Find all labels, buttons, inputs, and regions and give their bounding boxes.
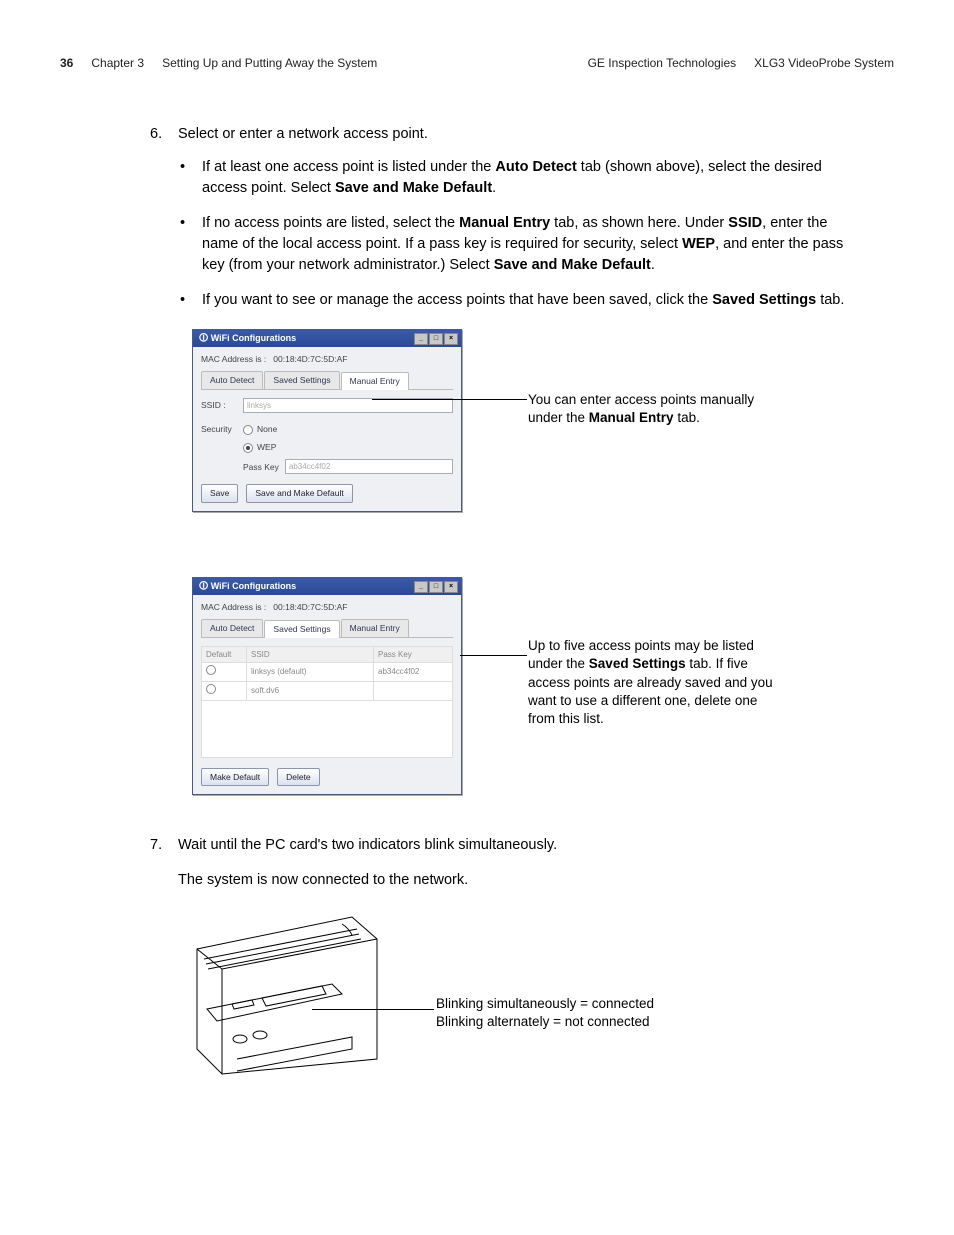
window-controls: _ □ × — [414, 581, 458, 593]
save-button[interactable]: Save — [201, 484, 238, 502]
manual-page: 36 Chapter 3 Setting Up and Putting Away… — [0, 0, 954, 1235]
table-empty-space — [202, 700, 453, 757]
delete-button[interactable]: Delete — [277, 768, 320, 786]
page-number: 36 — [60, 56, 73, 70]
maximize-icon[interactable]: □ — [429, 581, 443, 593]
security-label: Security — [201, 423, 243, 435]
callout-manual-entry: You can enter access points manually und… — [528, 391, 788, 427]
table-header-row: Default SSID Pass Key — [202, 646, 453, 663]
col-ssid: SSID — [247, 646, 374, 663]
page-content: 6. Select or enter a network access poin… — [150, 124, 860, 1089]
mac-address-line: MAC Address is : 00:18:4D:7C:5D:AF — [201, 353, 453, 365]
radio-none[interactable] — [243, 425, 253, 435]
callout-line-1 — [372, 399, 527, 400]
wifi-tabs: Auto Detect Saved Settings Manual Entry — [201, 371, 453, 389]
window-title: WiFi Configurations — [211, 333, 296, 343]
figure-saved-settings: 🛈 WiFi Configurations _ □ × MAC Address … — [192, 577, 860, 807]
security-row: Security None — [201, 423, 453, 435]
table-row[interactable]: soft.dv6 — [202, 681, 453, 700]
make-default-button[interactable]: Make Default — [201, 768, 269, 786]
radio-wep[interactable] — [243, 443, 253, 453]
figure-hardware: Blinking simultaneously = connected Blin… — [192, 909, 860, 1089]
tab-manual-entry[interactable]: Manual Entry — [341, 619, 409, 636]
chapter-title: Setting Up and Putting Away the System — [162, 56, 377, 70]
tab-saved-settings[interactable]: Saved Settings — [264, 371, 339, 388]
ssid-label: SSID : — [201, 399, 243, 411]
callout-line-2 — [460, 655, 527, 656]
step-7: 7. Wait until the PC card's two indicato… — [150, 835, 860, 891]
window-title: WiFi Configurations — [211, 581, 296, 591]
passkey-label: Pass Key — [243, 461, 279, 473]
row-radio[interactable] — [206, 684, 216, 694]
window-titlebar: 🛈 WiFi Configurations _ □ × — [193, 578, 461, 595]
pc-card-illustration — [192, 909, 382, 1079]
page-header: 36 Chapter 3 Setting Up and Putting Away… — [60, 56, 894, 70]
step-text: Select or enter a network access point. — [178, 124, 860, 145]
save-make-default-button[interactable]: Save and Make Default — [246, 484, 352, 502]
wifi-config-window-saved: 🛈 WiFi Configurations _ □ × MAC Address … — [192, 577, 462, 795]
maximize-icon[interactable]: □ — [429, 333, 443, 345]
security-row-wep: WEP — [201, 441, 453, 453]
wifi-config-window-manual: 🛈 WiFi Configurations _ □ × MAC Address … — [192, 329, 462, 512]
minimize-icon[interactable]: _ — [414, 581, 428, 593]
window-titlebar: 🛈 WiFi Configurations _ □ × — [193, 330, 461, 347]
tab-auto-detect[interactable]: Auto Detect — [201, 619, 263, 636]
callout-saved-settings: Up to five access points may be listed u… — [528, 637, 778, 728]
step-text-2: The system is now connected to the netwo… — [178, 870, 860, 891]
close-icon[interactable]: × — [444, 333, 458, 345]
row-radio[interactable] — [206, 665, 216, 675]
step-number: 6. — [150, 124, 178, 145]
window-controls: _ □ × — [414, 333, 458, 345]
close-icon[interactable]: × — [444, 581, 458, 593]
company-name: GE Inspection Technologies — [588, 56, 737, 70]
bullet-1: If at least one access point is listed u… — [180, 157, 860, 199]
wifi-tabs: Auto Detect Saved Settings Manual Entry — [201, 619, 453, 637]
mac-address-line: MAC Address is : 00:18:4D:7C:5D:AF — [201, 601, 453, 613]
bullet-2: If no access points are listed, select t… — [180, 213, 860, 276]
product-name: XLG3 VideoProbe System — [754, 56, 894, 70]
table-row[interactable]: linksys (default) ab34cc4f02 — [202, 663, 453, 682]
tab-saved-settings[interactable]: Saved Settings — [264, 620, 339, 637]
saved-access-points-table: Default SSID Pass Key linksys (default) … — [201, 646, 453, 758]
step-6-bullets: If at least one access point is listed u… — [180, 157, 860, 311]
step-6: 6. Select or enter a network access poin… — [150, 124, 860, 145]
passkey-input[interactable]: ab34cc4f02 — [285, 459, 453, 474]
tab-auto-detect[interactable]: Auto Detect — [201, 371, 263, 388]
minimize-icon[interactable]: _ — [414, 333, 428, 345]
step-text: Wait until the PC card's two indicators … — [178, 835, 860, 856]
tab-manual-entry[interactable]: Manual Entry — [341, 372, 409, 389]
chapter-label: Chapter 3 — [91, 56, 144, 70]
callout-blinking: Blinking simultaneously = connected Blin… — [436, 995, 696, 1031]
bullet-3: If you want to see or manage the access … — [180, 290, 860, 311]
step-number: 7. — [150, 835, 178, 891]
passkey-row: Pass Key ab34cc4f02 — [243, 459, 453, 474]
col-passkey: Pass Key — [374, 646, 453, 663]
col-default: Default — [202, 646, 247, 663]
figure-manual-entry: 🛈 WiFi Configurations _ □ × MAC Address … — [192, 329, 860, 549]
callout-line-3 — [312, 1009, 434, 1010]
